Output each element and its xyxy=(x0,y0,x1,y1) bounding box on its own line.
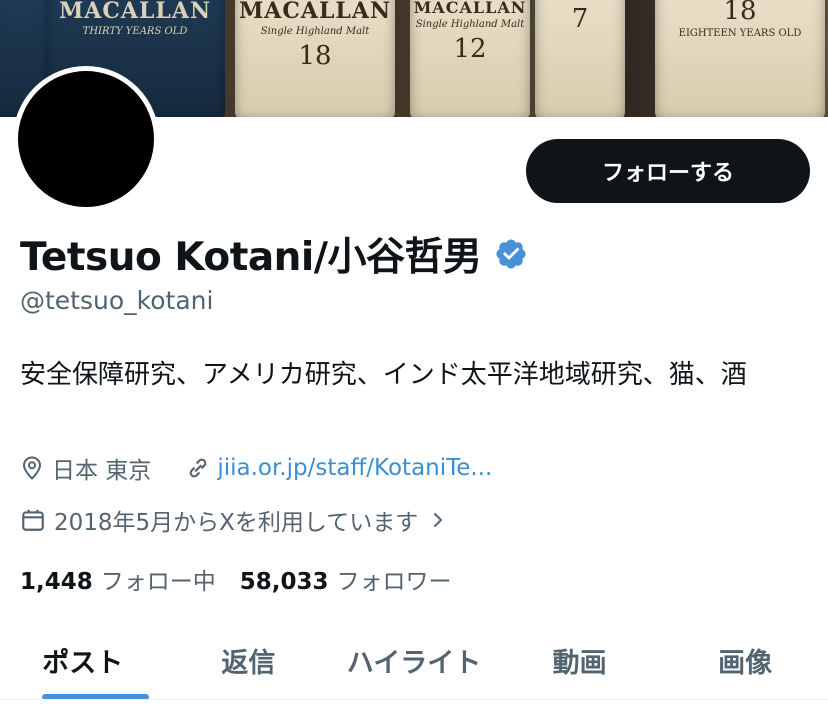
joined-row[interactable]: 2018年5月からXを利用しています xyxy=(20,503,446,537)
banner-bottle: MACALLAN Single Highland Malt 12 xyxy=(410,0,530,117)
follow-button[interactable]: フォローする xyxy=(526,139,810,203)
bottle-age: 18 xyxy=(723,0,757,26)
tab-highlights[interactable]: ハイライト xyxy=(331,620,497,700)
chevron-right-icon xyxy=(434,513,443,527)
bottle-age: 12 xyxy=(453,34,487,64)
bottle-age: 7 xyxy=(571,4,589,34)
bottle-sub: Single Highland Malt xyxy=(260,26,370,37)
bottle-sub: EIGHTEEN YEARS OLD xyxy=(678,28,802,39)
link-icon xyxy=(190,458,207,478)
tab-replies[interactable]: 返信 xyxy=(166,620,332,700)
tab-media[interactable]: 画像 xyxy=(662,620,828,700)
banner-bottle: MACALLAN Single Highland Malt 18 xyxy=(235,0,395,117)
bottle-sub: THIRTY YEARS OLD xyxy=(82,26,188,37)
followers-label: フォロワー xyxy=(336,569,452,595)
calendar-icon xyxy=(22,509,44,531)
profile-meta-row: 日本 東京 jiia.or.jp/staff/KotaniTe... xyxy=(20,451,492,485)
handle: @tetsuo_kotani xyxy=(20,286,214,315)
tab-videos[interactable]: 動画 xyxy=(497,620,663,700)
tab-label: 返信 xyxy=(221,647,276,679)
display-name-row: Tetsuo Kotani/小谷哲男 xyxy=(20,226,528,282)
banner-bottle: 18 EIGHTEEN YEARS OLD xyxy=(655,0,825,117)
bottle-sub: Single Highland Malt xyxy=(415,19,525,30)
bottle-brand: MACALLAN xyxy=(413,0,527,17)
verified-badge-icon[interactable] xyxy=(494,237,528,271)
follow-stats: 1,448 フォロー中 58,033 フォロワー xyxy=(20,562,452,596)
bottle-brand: MACALLAN xyxy=(58,0,212,24)
website-link[interactable]: jiia.or.jp/staff/KotaniTe... xyxy=(217,455,492,481)
bio: 安全保障研究、アメリカ研究、インド太平洋地域研究、猫、酒 xyxy=(20,360,747,390)
tab-label: 動画 xyxy=(552,647,607,679)
display-name: Tetsuo Kotani/小谷哲男 xyxy=(20,235,482,280)
tab-posts[interactable]: ポスト xyxy=(0,620,166,700)
following-label: フォロー中 xyxy=(100,569,216,595)
tab-label: ハイライト xyxy=(346,647,482,679)
tabs-divider xyxy=(0,699,828,700)
followers-count: 58,033 xyxy=(239,569,329,595)
bottle-brand: MACALLAN xyxy=(238,0,392,24)
tab-label: ポスト xyxy=(42,647,124,679)
bottle-age: 18 xyxy=(298,41,332,71)
following-count: 1,448 xyxy=(20,569,93,595)
followers-stat[interactable]: 58,033 フォロワー xyxy=(240,562,452,596)
following-stat[interactable]: 1,448 フォロー中 xyxy=(20,562,216,596)
avatar[interactable] xyxy=(13,66,159,212)
location-icon xyxy=(22,456,42,480)
joined-text: 2018年5月からXを利用しています xyxy=(54,510,419,536)
tab-label: 画像 xyxy=(718,647,773,679)
location-text: 日本 東京 xyxy=(52,458,152,484)
banner-bottle: 7 xyxy=(535,0,625,117)
profile-tabs: ポスト 返信 ハイライト 動画 画像 xyxy=(0,620,828,700)
